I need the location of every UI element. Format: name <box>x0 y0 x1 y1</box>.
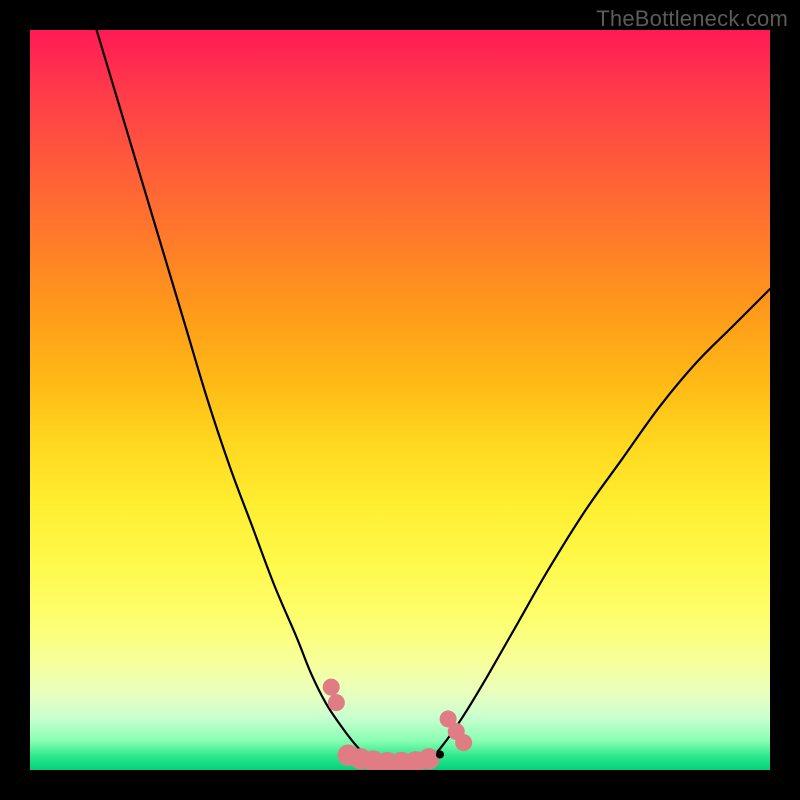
marker-bottom-flat-cluster <box>418 748 439 769</box>
watermark-text: TheBottleneck.com <box>596 6 788 32</box>
chart-svg <box>30 30 770 770</box>
marker-right-cluster-upper <box>455 734 472 751</box>
curve-layer <box>97 30 770 760</box>
marker-layer <box>323 679 472 770</box>
curve-right-branch <box>430 289 770 760</box>
marker-left-cluster-upper <box>328 694 345 711</box>
marker-left-cluster-upper <box>323 679 340 696</box>
marker-black-dot <box>436 750 444 758</box>
plot-area <box>30 30 770 770</box>
curve-left-branch <box>97 30 371 760</box>
chart-frame: TheBottleneck.com <box>0 0 800 800</box>
